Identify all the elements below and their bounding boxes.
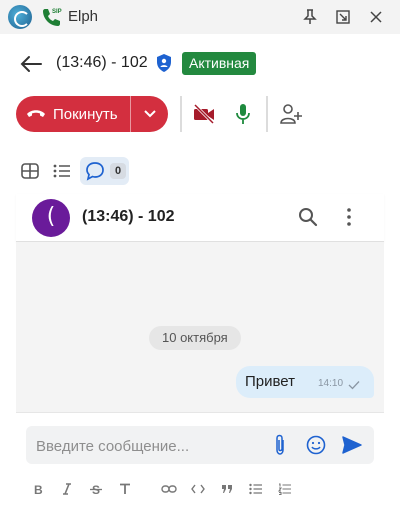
chevron-down-icon [143,110,156,118]
grid-icon [21,163,39,179]
date-separator: 10 октября [149,326,241,350]
chat-more-button[interactable] [338,206,360,228]
grid-view-button[interactable] [17,158,43,184]
text-icon [120,483,130,494]
pin-icon [303,9,317,24]
bold-button[interactable]: B [28,479,48,499]
list-view-button[interactable] [49,158,75,184]
sip-badge-text: SIP [52,9,62,15]
quote-icon [222,485,232,493]
code-icon [191,484,205,494]
title-bar: SIP Elph [0,0,400,34]
numbered-list-icon [278,483,291,495]
call-title: (13:46) - 102 [56,54,148,71]
close-button[interactable] [364,5,388,29]
window-title: Elph [68,8,99,25]
chat-header: ( (13:46) - 102 [16,194,384,242]
message-text: Привет [245,373,296,390]
restore-button[interactable] [331,5,355,29]
back-button[interactable] [18,52,44,76]
chat-view-button[interactable]: 0 [80,157,129,185]
quote-button[interactable] [217,479,237,499]
status-badge: Активная [182,52,257,75]
attach-icon [276,434,284,455]
call-header: (13:46) - 102 Активная [0,40,400,88]
pin-button[interactable] [298,5,322,29]
add-participant-button[interactable] [277,100,305,128]
microphone-button[interactable] [229,100,257,128]
italic-button[interactable] [57,479,77,499]
phone-hangup-icon [27,110,45,117]
message-time: 14:10 [318,378,344,389]
emoji-button[interactable] [305,434,327,456]
bold-icon: B [34,483,43,495]
leave-button-group: Покинуть [16,96,168,132]
message-input-box [26,426,374,464]
send-icon [342,436,362,454]
text-style-button[interactable] [115,479,135,499]
controls-divider-2 [266,96,268,132]
send-button[interactable] [341,434,363,456]
shield-icon [157,54,171,72]
strikethrough-icon: S [90,483,102,495]
sip-phone-icon: SIP [43,9,62,26]
attach-button[interactable] [269,434,291,456]
close-icon [370,11,382,23]
link-icon [161,485,177,493]
microphone-icon [236,104,250,124]
controls-divider [180,96,182,132]
app-logo-icon [8,5,32,29]
leave-button[interactable]: Покинуть [16,96,130,132]
italic-icon [63,483,71,495]
chat-count-badge: 0 [110,163,126,179]
numbered-list-button[interactable] [275,479,295,499]
code-button[interactable] [188,479,208,499]
bullet-list-icon [249,483,262,495]
avatar: ( [32,199,70,237]
leave-label: Покинуть [53,105,118,123]
add-user-icon [280,104,302,124]
restore-icon [336,10,350,24]
emoji-icon [306,435,326,455]
list-icon [53,164,70,178]
more-vertical-icon [347,208,351,226]
message-bubble[interactable]: Привет 14:10 [236,366,374,398]
check-icon [348,381,360,390]
link-button[interactable] [159,479,179,499]
leave-options-button[interactable] [131,96,168,132]
strikethrough-button[interactable]: S [86,479,106,499]
bullet-list-button[interactable] [246,479,266,499]
search-icon [299,208,318,227]
svg-text:B: B [34,483,43,495]
arrow-left-icon [20,56,42,72]
message-composer: B S [16,412,384,526]
video-off-icon [193,104,215,124]
chat-icon [86,162,104,181]
messages-area[interactable]: 10 октября Привет 14:10 [16,242,384,412]
chat-search-button[interactable] [297,206,319,228]
message-input[interactable] [36,436,266,456]
chat-name: (13:46) - 102 [82,208,175,225]
camera-toggle-button[interactable] [190,100,218,128]
